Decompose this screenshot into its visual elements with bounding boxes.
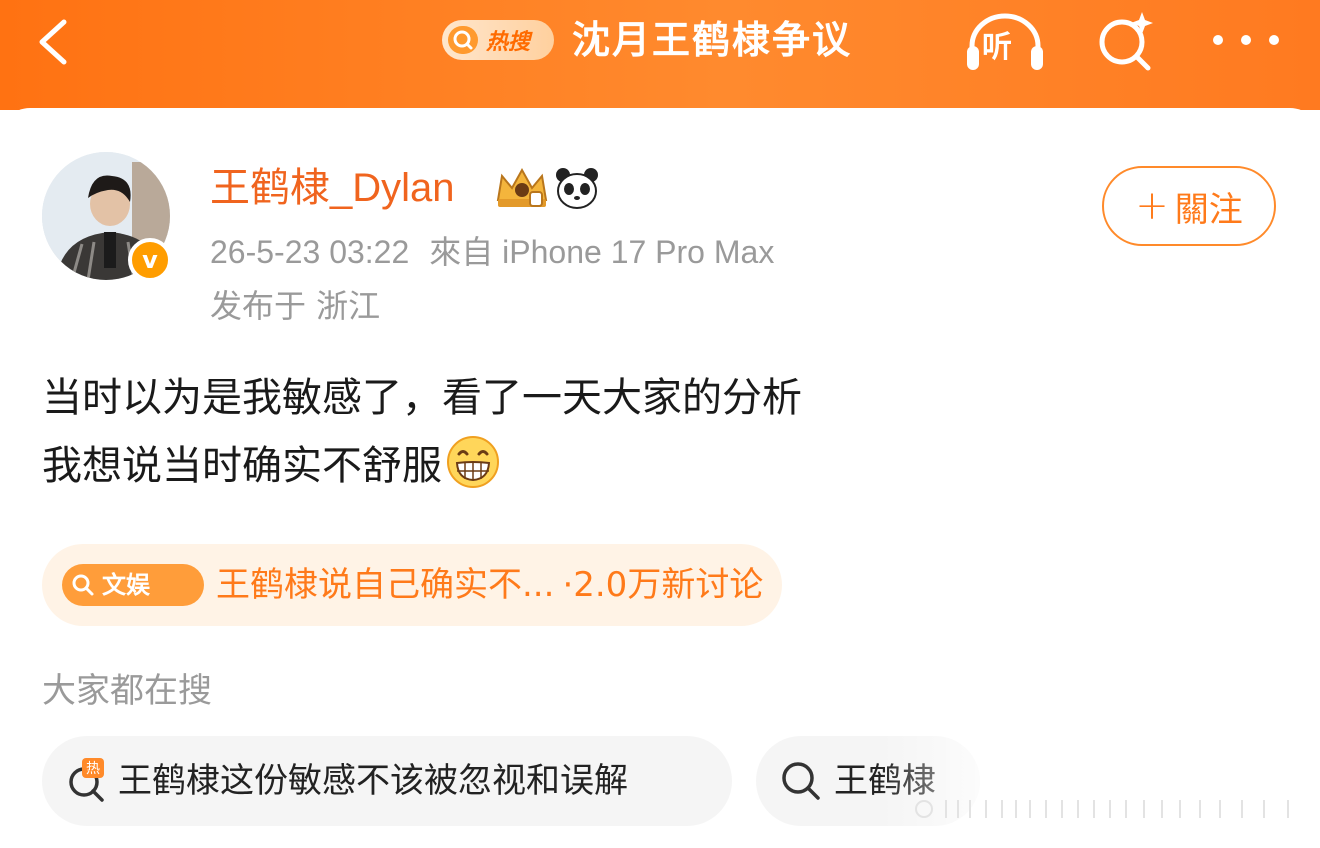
topic-tag: 文娱 — [62, 564, 204, 606]
search-icon — [72, 574, 94, 596]
username[interactable]: 王鹤棣_Dylan — [210, 160, 455, 216]
post-body: 当时以为是我敏感了，看了一天大家的分析 我想说当时确实不舒服 — [42, 364, 802, 500]
topic-chip-count: ·2.0万新讨论 — [562, 565, 764, 605]
page-title: 沈月王鹤棣争议 — [572, 18, 853, 62]
search-section-title: 大家都在搜 — [42, 671, 212, 711]
search-sparkle-icon — [1099, 12, 1153, 71]
search-icon — [782, 762, 820, 800]
post-location: 发布于 浙江 — [210, 287, 381, 325]
post-text-line-2: 我想说当时确实不舒服 — [42, 443, 442, 489]
hot-badge-label: 热搜 — [486, 30, 531, 55]
post-source: 來自 iPhone 17 Pro Max — [429, 234, 775, 270]
topic-chip[interactable]: 文娱 王鹤棣说自己确实不... ·2.0万新讨论 — [42, 544, 782, 626]
chevron-left-icon — [39, 19, 67, 65]
topic-chip-text-wrap: 王鹤棣说自己确实不... ·2.0万新讨论 — [216, 558, 763, 612]
svg-text:热: 热 — [86, 761, 100, 777]
more-options-button[interactable] — [1208, 20, 1284, 60]
listen-button[interactable]: 听 — [962, 6, 1048, 76]
hot-search-badge: 热搜 — [442, 20, 554, 60]
topic-tag-label: 文娱 — [102, 571, 150, 599]
follow-button[interactable]: + 關注 — [1102, 166, 1276, 246]
crown-badge-icon — [496, 167, 548, 207]
watermark-pattern — [915, 800, 1289, 818]
search-suggestion-label: 王鹤棣这份敏感不该被忽视和误解 — [118, 761, 628, 801]
listen-label: 听 — [982, 30, 1012, 65]
more-dots-icon — [1213, 35, 1279, 45]
search-icon — [448, 26, 478, 54]
post-text-line-2-wrap: 我想说当时确实不舒服 — [42, 432, 802, 500]
top-bar: 热搜 沈月王鹤棣争议 听 — [0, 0, 1320, 110]
post-meta: 26-5-23 03:22 來自 iPhone 17 Pro Max — [210, 230, 774, 274]
post-text-line-1: 当时以为是我敏感了，看了一天大家的分析 — [42, 375, 802, 421]
search-button[interactable] — [1090, 6, 1160, 76]
panda-badge-icon — [556, 168, 598, 209]
follow-label: 關注 — [1174, 189, 1243, 230]
grinning-face-icon — [447, 436, 499, 488]
back-button[interactable] — [28, 12, 84, 68]
plus-icon: + — [1135, 183, 1169, 229]
search-suggestion-1[interactable]: 热 王鹤棣这份敏感不该被忽视和误解 — [42, 736, 732, 826]
topic-chip-text: 王鹤棣说自己确实不... — [216, 565, 555, 605]
timestamp: 26-5-23 03:22 — [210, 234, 410, 270]
verified-badge-icon: v — [128, 238, 172, 282]
hot-search-icon: 热 — [69, 758, 104, 802]
